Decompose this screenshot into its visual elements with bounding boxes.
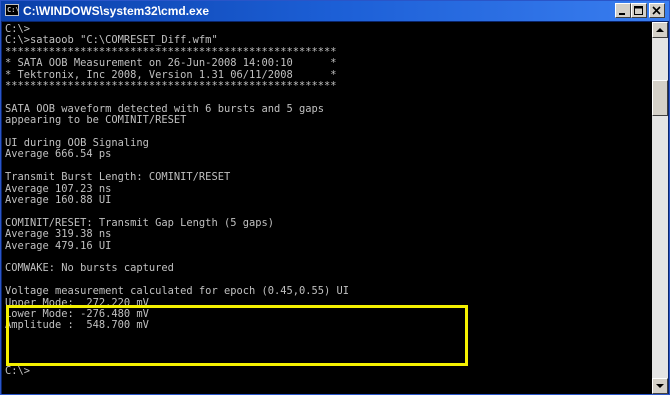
- console-line: ****************************************…: [5, 45, 337, 58]
- close-button[interactable]: [649, 3, 665, 18]
- scroll-down-button[interactable]: [652, 378, 668, 394]
- vertical-scrollbar[interactable]: [652, 22, 668, 394]
- minimize-button[interactable]: [615, 3, 631, 18]
- title-bar[interactable]: C:\ C:\WINDOWS\system32\cmd.exe: [1, 1, 669, 21]
- window-title: C:\WINDOWS\system32\cmd.exe: [23, 4, 210, 18]
- console-line: C:\>sataoob "C:\COMRESET_Diff.wfm": [5, 34, 218, 47]
- console-line: C:\>: [5, 23, 31, 35]
- arrow-down-icon: [656, 384, 664, 388]
- console-line: Average 666.54 ps: [5, 148, 112, 161]
- console-line: C:\>: [5, 365, 31, 377]
- console-line: Average 479.16 UI: [5, 239, 112, 252]
- console-line: appearing to be COMINIT/RESET: [5, 114, 187, 127]
- console-line: ****************************************…: [5, 80, 337, 92]
- console-app-icon[interactable]: C:\: [5, 4, 20, 16]
- console-line: Average 319.38 ns: [5, 228, 112, 241]
- console-line: COMWAKE: No bursts captured: [5, 262, 174, 275]
- console-line: * SATA OOB Measurement on 26-Jun-2008 14…: [5, 57, 337, 70]
- voltage-highlight-box: [6, 305, 468, 366]
- console-line: COMINIT/RESET: Transmit Gap Length (5 ga…: [5, 216, 274, 229]
- console-line: SATA OOB waveform detected with 6 bursts…: [5, 102, 325, 115]
- maximize-button[interactable]: [631, 3, 647, 18]
- minimize-icon: [619, 13, 625, 15]
- console-app-icon-text: C:\: [7, 6, 20, 14]
- scroll-up-button[interactable]: [652, 22, 668, 38]
- maximize-icon: [634, 6, 643, 15]
- console-line: * Tektronix, Inc 2008, Version 1.31 06/1…: [5, 68, 337, 81]
- close-icon: [652, 6, 661, 15]
- arrow-up-icon: [656, 28, 664, 32]
- console-line: UI during OOB Signaling: [5, 137, 149, 149]
- cmd-window: C:\ C:\WINDOWS\system32\cmd.exe C:\> C:\>…: [0, 0, 670, 395]
- console-line: Voltage measurement calculated for epoch…: [5, 285, 350, 298]
- console-line: Average 107.23 ns: [5, 182, 112, 195]
- console-line: Transmit Burst Length: COMINIT/RESET: [5, 171, 231, 184]
- console-output[interactable]: C:\> C:\>sataoob "C:\COMRESET_Diff.wfm" **…: [2, 22, 652, 394]
- scroll-thumb[interactable]: [652, 80, 668, 116]
- console-line: Average 160.88 UI: [5, 194, 112, 206]
